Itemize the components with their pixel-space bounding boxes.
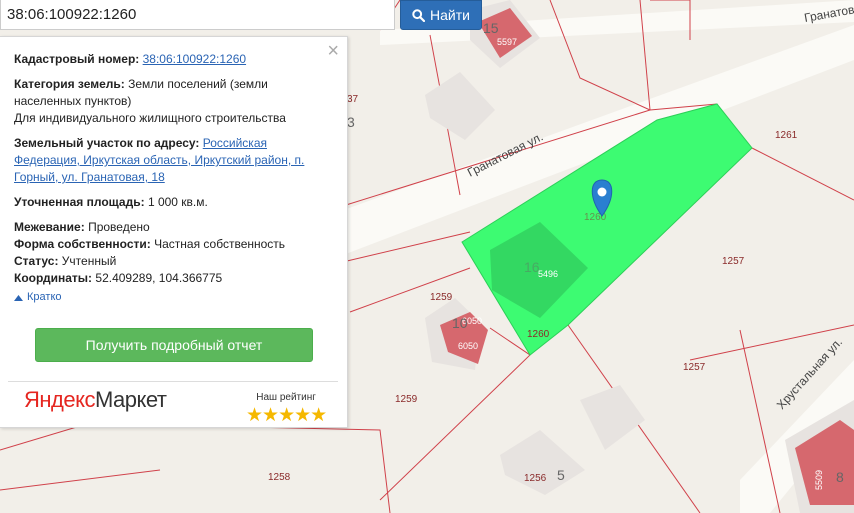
house-number: 8	[836, 469, 844, 485]
land-category-row: Категория земель: Земли поселений (земли…	[14, 76, 329, 127]
status-value: Учтенный	[61, 254, 117, 268]
survey-label: Межевание:	[14, 220, 85, 234]
collapse-label: Кратко	[27, 291, 62, 303]
address-row: Земельный участок по адресу: Российская …	[14, 135, 329, 186]
land-use-value: Для индивидуального жилищного строительс…	[14, 111, 286, 125]
search-button[interactable]: Найти	[400, 0, 482, 30]
house-number: 3	[347, 114, 355, 130]
cadastral-number-label: Кадастровый номер:	[14, 52, 140, 66]
detailed-report-button[interactable]: Получить подробный отчет	[35, 328, 313, 362]
building-label: 6050	[458, 341, 478, 351]
search-button-label: Найти	[430, 7, 470, 23]
market-logo-text: Маркет	[94, 387, 167, 412]
cadastral-number-link[interactable]: 38:06:100922:1260	[143, 52, 246, 66]
store-rating[interactable]: Наш рейтинг ★★★★★	[246, 389, 327, 426]
land-category-label: Категория земель:	[14, 77, 125, 91]
parcel-label: 1256	[524, 473, 547, 484]
building-label: 5496	[538, 269, 558, 279]
collapse-link[interactable]: Кратко	[14, 289, 329, 306]
yandex-logo-text: Яндекс	[24, 387, 95, 412]
parcel-label: 1257	[683, 362, 706, 373]
coordinates-label: Координаты:	[14, 271, 93, 285]
divider	[8, 381, 338, 382]
ownership-row: Форма собственности: Частная собственнос…	[14, 236, 329, 253]
search-input[interactable]: 38:06:100922:1260	[0, 0, 395, 30]
parcel-label: 1259	[430, 292, 453, 303]
parcel-label: 37	[347, 94, 359, 105]
building-label: 5597	[497, 37, 517, 47]
house-number: 15	[483, 20, 499, 36]
house-number: 16	[524, 259, 540, 275]
area-label: Уточненная площадь:	[14, 195, 145, 209]
survey-value: Проведено	[88, 220, 150, 234]
status-label: Статус:	[14, 254, 59, 268]
parcel-info-panel: × Кадастровый номер: 38:06:100922:1260 К…	[0, 36, 348, 428]
area-value: 1 000 кв.м.	[147, 195, 208, 209]
parcel-label: 1258	[268, 472, 291, 483]
coordinates-row: Координаты: 52.409289, 104.366775	[14, 270, 329, 287]
house-number: 10	[452, 315, 468, 331]
parcel-label: 1257	[722, 256, 745, 267]
parcel-label: 1260	[527, 329, 550, 340]
address-label: Земельный участок по адресу:	[14, 136, 200, 150]
ownership-label: Форма собственности:	[14, 237, 151, 251]
parcel-label: 1261	[775, 130, 798, 141]
close-icon[interactable]: ×	[327, 41, 339, 61]
rating-label: Наш рейтинг	[256, 392, 316, 403]
building-label: 5509	[814, 470, 824, 490]
status-row: Статус: Учтенный	[14, 253, 329, 270]
survey-row: Межевание: Проведено	[14, 219, 329, 236]
triangle-up-icon	[14, 294, 23, 301]
coordinates-value: 52.409289, 104.366775	[95, 271, 223, 285]
rating-stars-icon: ★★★★★	[246, 405, 327, 426]
area-row: Уточненная площадь: 1 000 кв.м.	[14, 194, 329, 211]
search-icon	[412, 8, 426, 22]
parcel-label: 1259	[395, 394, 418, 405]
ownership-value: Частная собственность	[154, 237, 286, 251]
house-number: 5	[557, 467, 565, 483]
cadastral-number-row: Кадастровый номер: 38:06:100922:1260	[14, 51, 329, 68]
yandex-market-logo[interactable]: ЯндексМаркет	[24, 389, 167, 411]
